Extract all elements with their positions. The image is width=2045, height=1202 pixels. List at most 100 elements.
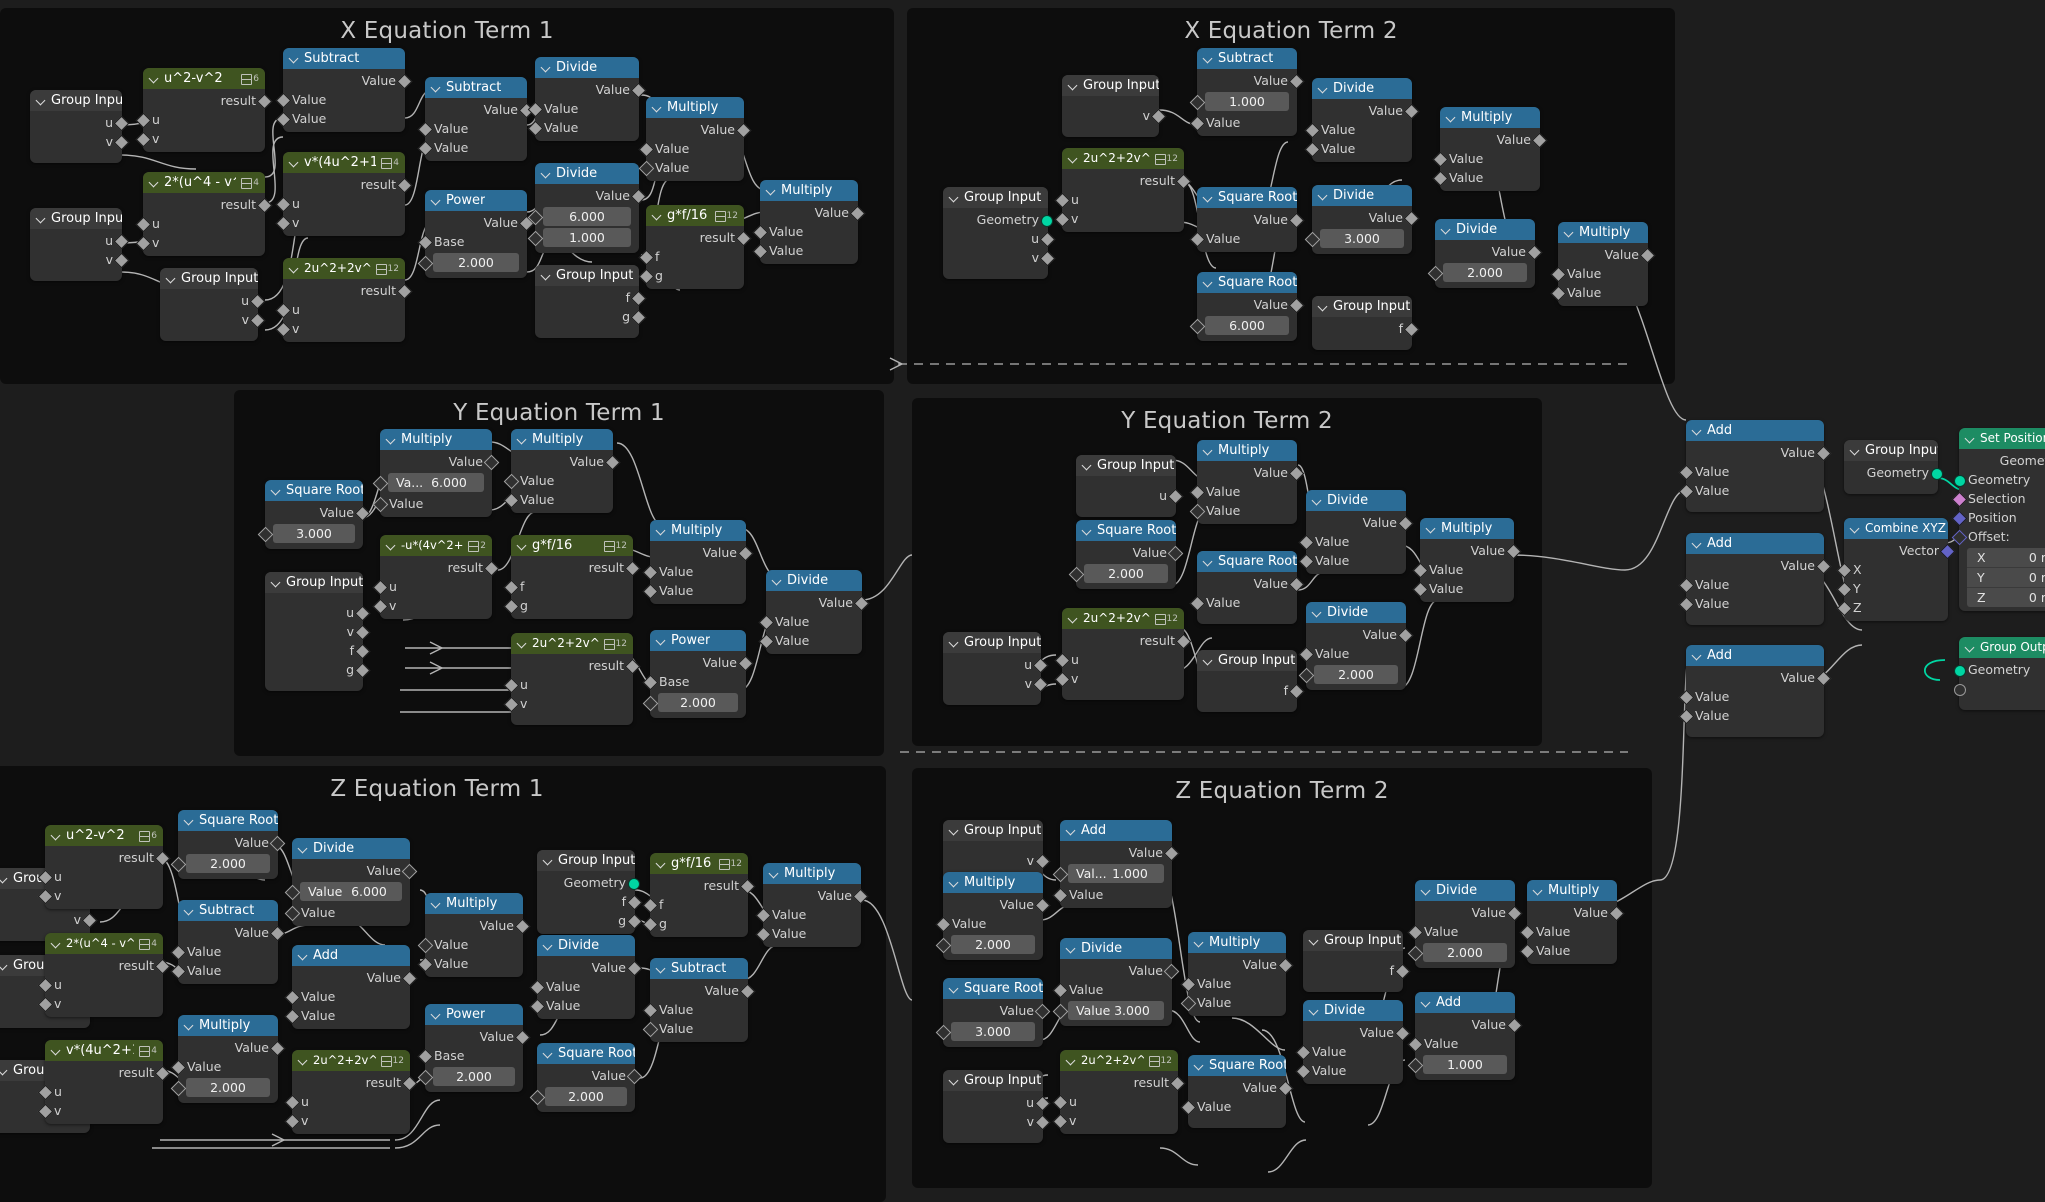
chevron-down-icon[interactable] (1851, 446, 1860, 455)
chevron-down-icon[interactable] (544, 856, 553, 865)
socket-row-value-out[interactable]: Value (1197, 574, 1305, 593)
socket-row-value-a[interactable]: Value (755, 905, 861, 924)
socket-value-b[interactable] (1678, 596, 1695, 613)
node-header[interactable]: Group Input (30, 208, 122, 229)
node-header[interactable]: Divide (292, 838, 410, 859)
chevron-down-icon[interactable] (432, 1010, 441, 1019)
socket-row-value-out[interactable]: Value (265, 503, 371, 522)
value-b-field[interactable]: 1.000 (1407, 1055, 1507, 1074)
socket-row-value-out[interactable]: Value (1420, 541, 1522, 560)
node-expr-2u2-2v2-1[interactable]: 2u^2+2v^2+1 12 result u v (275, 258, 413, 342)
socket-row-g[interactable]: g (642, 914, 748, 933)
socket-row-value-out[interactable]: Value (283, 71, 413, 90)
chevron-down-icon[interactable] (1319, 302, 1328, 311)
socket-row-geometry[interactable]: Geometry (537, 873, 640, 892)
chevron-down-icon[interactable] (432, 196, 441, 205)
socket-geometry-in[interactable] (1954, 664, 1966, 677)
socket-row-geometry-in[interactable]: Geometry (1954, 470, 2045, 489)
socket-row-value-out[interactable]: Value (1527, 903, 1625, 922)
socket-row-u[interactable]: u (275, 300, 405, 319)
socket-offset[interactable] (1951, 529, 1968, 546)
socket-row-value-a[interactable]: Value (642, 1000, 748, 1019)
node-header[interactable]: Multiply (1420, 518, 1514, 539)
chevron-down-icon[interactable] (1427, 524, 1436, 533)
chevron-down-icon[interactable] (657, 964, 666, 973)
node-expr-2u4-v4[interactable]: 2*(u^4 - v^4) 4 result u v (37, 933, 171, 1017)
node-expr-2u2-2v2-1[interactable]: 2u^2+2v^2+1 12 result u v (503, 633, 641, 725)
node-group-input[interactable]: Group Input u v (160, 268, 266, 341)
node-divide[interactable]: Divide Value Value Value (527, 57, 647, 141)
exponent-field[interactable]: 2.000 (642, 693, 738, 712)
socket-row-new-input[interactable] (1954, 679, 2045, 698)
node-multiply[interactable]: Multiply Value Value Value (642, 520, 754, 604)
node-header[interactable]: Subtract (425, 77, 527, 98)
value-b-field[interactable]: 2.000 (935, 935, 1035, 954)
socket-row-value-b[interactable]: Value (417, 954, 523, 973)
chevron-down-icon[interactable] (185, 906, 194, 915)
node-combine-xyz[interactable]: Combine XYZ Vector X Y Z (1836, 518, 1956, 621)
chevron-down-icon[interactable] (1319, 84, 1328, 93)
node-header[interactable]: -u*(4v^2+1) 2 (380, 535, 492, 556)
socket-row-result[interactable]: result (1062, 171, 1192, 190)
socket-row-value-a[interactable]: Value (527, 99, 639, 118)
node-add-x[interactable]: Add Value Value Value (1678, 420, 1832, 512)
chevron-down-icon[interactable] (542, 271, 551, 280)
chevron-down-icon[interactable] (1204, 193, 1213, 202)
socket-row-value-out[interactable]: Value (650, 653, 754, 672)
chevron-down-icon[interactable] (518, 639, 527, 648)
chevron-down-icon[interactable] (1534, 886, 1543, 895)
node-multiply[interactable]: Multiply Value Value 2.000 (170, 1015, 286, 1103)
node-group-input[interactable]: Group Input f g (535, 265, 647, 338)
value-a-field[interactable]: 6.000 (527, 207, 631, 226)
chevron-down-icon[interactable] (167, 274, 176, 283)
socket-row-value-out[interactable]: Value (1312, 208, 1420, 227)
node-group-input[interactable]: Group Input u v f g (265, 572, 371, 691)
node-group-output[interactable]: Group Output Geometry (1954, 637, 2045, 710)
value-a-field[interactable]: 1.000 (1189, 92, 1289, 111)
node-header[interactable]: Multiply (650, 520, 746, 541)
chevron-down-icon[interactable] (773, 576, 782, 585)
node-header[interactable]: Multiply (1440, 107, 1540, 128)
socket-row-value-out[interactable]: Value (1415, 1015, 1523, 1034)
socket-row-v[interactable]: v (284, 1111, 410, 1130)
node-header[interactable]: Divide (1306, 490, 1406, 511)
node-add[interactable]: Add Value Value Value (284, 945, 418, 1029)
value-b-field[interactable]: 2.000 (170, 1078, 270, 1097)
node-header[interactable]: Divide (1415, 880, 1515, 901)
value-a-field[interactable]: Val... 1.000 (1052, 864, 1164, 883)
socket-row-value-out[interactable]: Value (535, 186, 647, 205)
node-header[interactable]: Divide (535, 57, 639, 78)
socket-row-value-out[interactable]: Value (1060, 961, 1180, 980)
socket-row-value-out[interactable]: Value (1303, 1023, 1411, 1042)
socket-row-value-a[interactable]: Value (170, 1057, 278, 1076)
socket-row-value-out[interactable]: Value (646, 120, 752, 139)
socket-row-v[interactable]: v (160, 310, 266, 329)
socket-row-value-out[interactable]: Value (425, 100, 535, 119)
socket-row-value-a[interactable]: Value (758, 612, 862, 631)
node-group-input[interactable]: Group Input f (1197, 650, 1305, 712)
chevron-down-icon[interactable] (770, 869, 779, 878)
socket-row-value-out[interactable]: Value (1197, 210, 1305, 229)
value-field[interactable]: 3.000 (257, 524, 355, 543)
node-header[interactable]: Square Root (1076, 520, 1176, 541)
socket-row-value-b[interactable]: Value (642, 581, 746, 600)
socket-row-value-b[interactable]: Value (1180, 993, 1286, 1012)
socket-row-value-out[interactable]: Value (763, 886, 869, 905)
node-header[interactable]: g*f/16 12 (650, 853, 748, 874)
socket-row-value-out[interactable]: Value (380, 452, 500, 471)
node-header[interactable]: 2u^2+2v^2+1 12 (1060, 1050, 1178, 1071)
chevron-down-icon[interactable] (1204, 446, 1213, 455)
value-b-field[interactable]: 2.000 (1298, 665, 1398, 684)
socket-row-f[interactable]: f (642, 895, 748, 914)
node-square-root[interactable]: Square Root Value 2.000 (529, 1043, 643, 1112)
socket-row-geometry[interactable]: Geometry (1844, 463, 1943, 482)
chevron-down-icon[interactable] (1069, 154, 1078, 163)
socket-row-g[interactable]: g (503, 596, 633, 615)
socket-new-input[interactable] (1954, 683, 1966, 696)
node-group-input[interactable]: Group Input Geometry u v (943, 187, 1056, 279)
value-field[interactable]: 3.000 (1304, 229, 1404, 248)
chevron-down-icon[interactable] (290, 264, 299, 273)
socket-row-value-b[interactable]: Value (758, 631, 862, 650)
node-power[interactable]: Power Value Base 2.000 (642, 630, 754, 718)
socket-row-value-a[interactable]: Value (935, 914, 1043, 933)
